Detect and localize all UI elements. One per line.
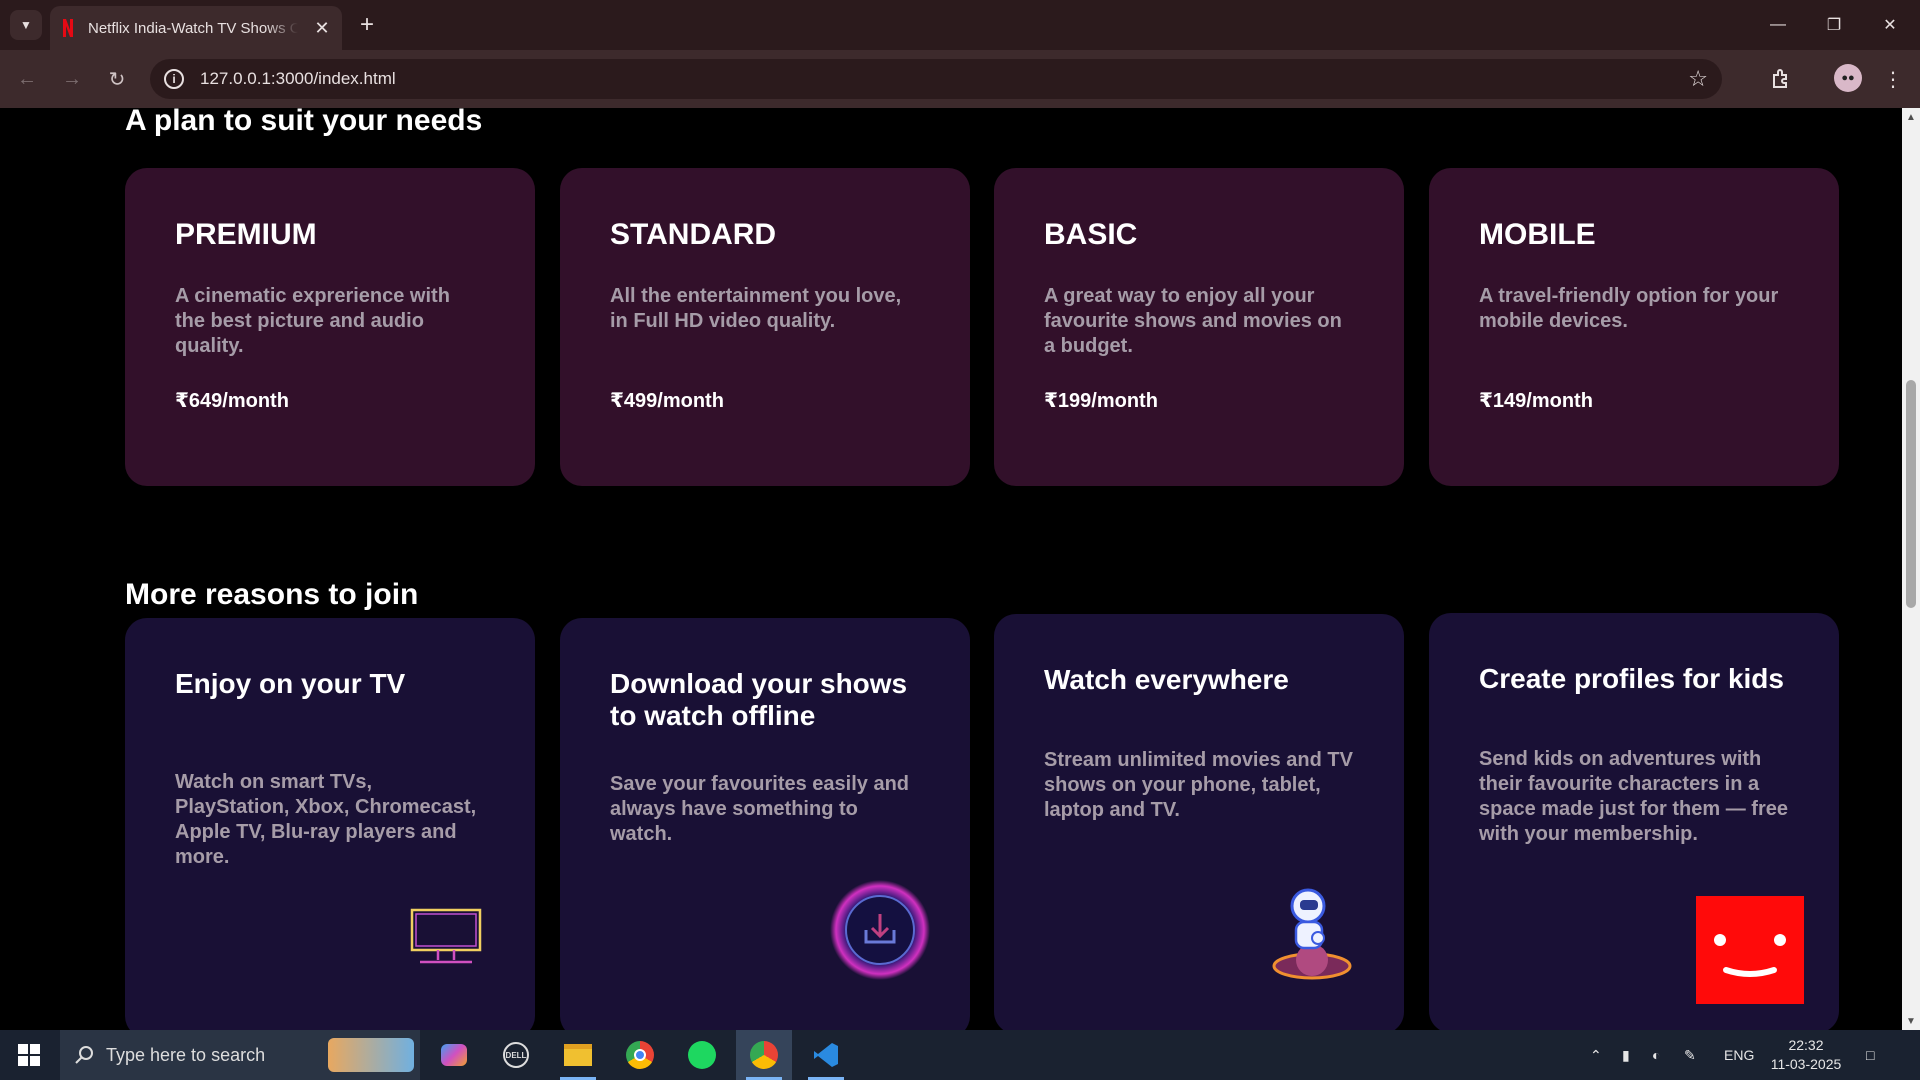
- reason-title: Watch everywhere: [1044, 664, 1289, 695]
- plan-name: MOBILE: [1479, 218, 1596, 251]
- page-viewport: A plan to suit your needs PREMIUM A cine…: [0, 108, 1902, 1030]
- minimize-button[interactable]: —: [1750, 0, 1806, 50]
- taskbar-dell[interactable]: DELL: [488, 1030, 544, 1080]
- page-scrollbar[interactable]: ▲ ▼: [1902, 108, 1920, 1030]
- plan-name: STANDARD: [610, 218, 777, 251]
- reason-description: Stream unlimited movies and TV shows on …: [1044, 749, 1353, 821]
- windows-taskbar: Type here to search DELL ⌃ ▮ ◐ ✎ ENG 22:…: [0, 1030, 1920, 1080]
- taskbar-chrome[interactable]: [612, 1030, 668, 1080]
- reason-description: Save your favourites easily and always h…: [610, 773, 910, 845]
- taskbar-file-explorer[interactable]: [550, 1030, 606, 1080]
- browser-toolbar: ← → ↻ i 127.0.0.1:3000/index.html ☆ ⋮: [0, 50, 1920, 108]
- reason-title: Enjoy on your TV: [175, 668, 406, 699]
- plan-card-standard[interactable]: STANDARD All the entertainment you love,…: [560, 168, 970, 486]
- search-highlight-image: [328, 1038, 414, 1072]
- plan-card-basic[interactable]: BASIC A great way to enjoy all your favo…: [994, 168, 1404, 486]
- reason-card-download: Download your shows to watch offline Sav…: [560, 618, 970, 1030]
- netflix-favicon-icon: [63, 19, 73, 37]
- browser-tab-bar: ▼ Netflix India-Watch TV Shows Online ✕ …: [0, 0, 1920, 50]
- address-bar[interactable]: i 127.0.0.1:3000/index.html ☆: [150, 59, 1722, 99]
- taskbar-vscode[interactable]: [798, 1030, 854, 1080]
- copilot-icon: [441, 1044, 467, 1066]
- reason-description: Send kids on adventures with their favou…: [1479, 748, 1788, 845]
- menu-kebab-icon[interactable]: ⋮: [1876, 62, 1910, 96]
- tab-search-button[interactable]: ▼: [10, 10, 42, 40]
- tab-title: Netflix India-Watch TV Shows Online: [88, 19, 298, 37]
- plans-section-title: A plan to suit your needs: [125, 108, 483, 137]
- vscode-icon: [814, 1043, 838, 1067]
- extensions-icon[interactable]: [1764, 62, 1798, 96]
- taskbar-search-box[interactable]: Type here to search: [60, 1030, 420, 1080]
- plan-name: BASIC: [1044, 218, 1138, 251]
- plan-name: PREMIUM: [175, 218, 317, 251]
- url-text: 127.0.0.1:3000/index.html: [200, 69, 396, 88]
- notifications-icon[interactable]: □: [1866, 1030, 1874, 1080]
- plan-description: A travel-friendly option for your mobile…: [1479, 285, 1779, 332]
- download-icon: [830, 880, 930, 980]
- plan-description: A cinematic exprerience with the best pi…: [175, 285, 450, 357]
- search-icon: [75, 1046, 93, 1064]
- plan-description: A great way to enjoy all your favourite …: [1044, 285, 1342, 357]
- close-tab-icon[interactable]: ✕: [312, 18, 332, 39]
- scroll-up-arrow-icon[interactable]: ▲: [1902, 108, 1920, 126]
- folder-icon: [564, 1044, 592, 1066]
- taskbar-chrome-profile[interactable]: [736, 1030, 792, 1080]
- pen-icon[interactable]: ✎: [1684, 1030, 1696, 1080]
- plan-card-premium[interactable]: PREMIUM A cinematic exprerience with the…: [125, 168, 535, 486]
- plan-price: ₹499/month: [610, 390, 724, 412]
- restore-button[interactable]: ❐: [1806, 0, 1862, 50]
- scroll-down-arrow-icon[interactable]: ▼: [1902, 1012, 1920, 1030]
- reason-title: Download your shows to watch offline: [610, 668, 908, 731]
- bookmark-star-icon[interactable]: ☆: [1688, 66, 1708, 92]
- site-info-icon[interactable]: i: [164, 69, 184, 89]
- smiley-profile-icon: [1696, 896, 1804, 1004]
- spotify-icon: [688, 1041, 716, 1069]
- plan-price: ₹649/month: [175, 390, 289, 412]
- reason-card-kids: Create profiles for kids Send kids on ad…: [1429, 613, 1839, 1030]
- taskbar-spotify[interactable]: [674, 1030, 730, 1080]
- back-button[interactable]: ←: [10, 62, 44, 96]
- tray-show-hidden-icon[interactable]: ⌃: [1590, 1030, 1602, 1080]
- clock-time: 22:32: [1788, 1037, 1824, 1053]
- dell-icon: DELL: [503, 1042, 529, 1068]
- tv-icon: [410, 908, 482, 964]
- chevron-down-icon: ▼: [20, 18, 32, 32]
- close-window-button[interactable]: ✕: [1862, 0, 1918, 50]
- scrollbar-thumb[interactable]: [1906, 380, 1916, 608]
- plan-card-mobile[interactable]: MOBILE A travel-friendly option for your…: [1429, 168, 1839, 486]
- reason-title: Create profiles for kids: [1479, 663, 1784, 694]
- wifi-icon[interactable]: ◐: [1652, 1030, 1660, 1080]
- reasons-section-title: More reasons to join: [125, 578, 419, 611]
- reason-description: Watch on smart TVs, PlayStation, Xbox, C…: [175, 771, 477, 868]
- plan-description: All the entertainment you love, in Full …: [610, 285, 902, 332]
- chrome-profile-icon: [750, 1041, 778, 1069]
- windows-logo-icon: [18, 1044, 40, 1066]
- taskbar-clock[interactable]: 22:32 11-03-2025: [1766, 1036, 1846, 1074]
- start-button[interactable]: [0, 1030, 58, 1080]
- plan-price: ₹149/month: [1479, 390, 1593, 412]
- forward-button[interactable]: →: [55, 62, 89, 96]
- battery-icon[interactable]: ▮: [1622, 1030, 1630, 1080]
- language-indicator[interactable]: ENG: [1724, 1030, 1754, 1080]
- chrome-icon: [626, 1041, 654, 1069]
- browser-tab[interactable]: Netflix India-Watch TV Shows Online ✕: [50, 6, 342, 50]
- clock-date: 11-03-2025: [1770, 1056, 1842, 1072]
- search-placeholder: Type here to search: [106, 1044, 266, 1065]
- reload-button[interactable]: ↻: [100, 62, 134, 96]
- profile-avatar[interactable]: ●●: [1834, 64, 1862, 92]
- reason-card-tv: Enjoy on your TV Watch on smart TVs, Pla…: [125, 618, 535, 1030]
- new-tab-button[interactable]: +: [352, 10, 382, 40]
- plan-price: ₹199/month: [1044, 390, 1158, 412]
- taskbar-copilot[interactable]: [426, 1030, 482, 1080]
- reason-card-everywhere: Watch everywhere Stream unlimited movies…: [994, 614, 1404, 1030]
- astronaut-icon: [1272, 888, 1352, 980]
